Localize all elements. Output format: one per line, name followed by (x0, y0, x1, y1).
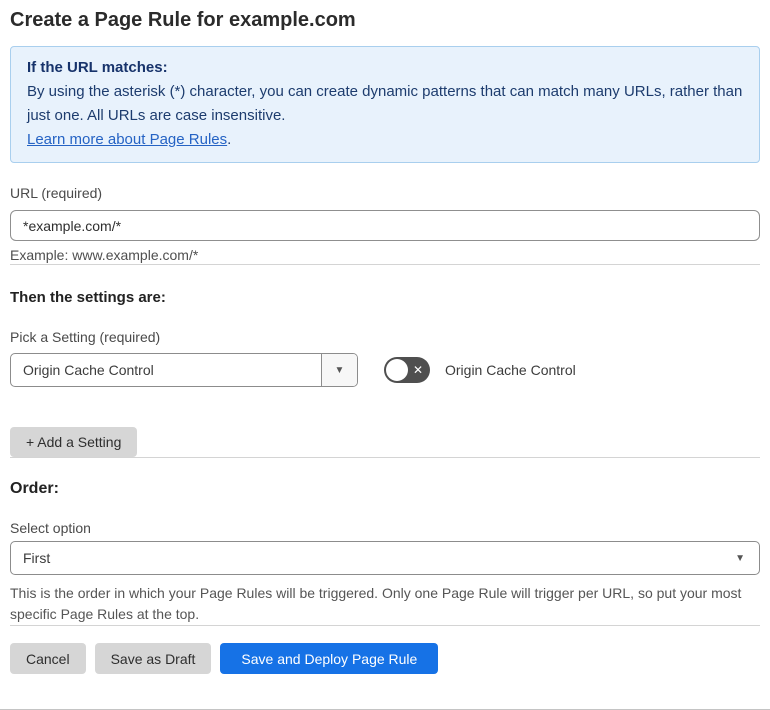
chevron-down-icon: ▼ (735, 552, 745, 564)
section-divider (10, 264, 760, 265)
page-title: Create a Page Rule for example.com (10, 9, 356, 31)
link-period: . (227, 131, 232, 148)
info-box-body: By using the asterisk (*) character, you… (27, 83, 743, 124)
order-select-label: Select option (10, 520, 91, 536)
toggle-off-x-icon: ✕ (412, 363, 423, 377)
order-select[interactable]: First ▼ (10, 541, 760, 575)
info-box-heading: If the URL matches: (27, 59, 168, 76)
footer-actions: Cancel Save as Draft Save and Deploy Pag… (10, 643, 760, 674)
order-helper-text: This is the order in which your Page Rul… (10, 585, 742, 622)
setting-dropdown[interactable]: Origin Cache Control ▼ (10, 353, 358, 387)
url-field-label: URL (required) (10, 185, 103, 201)
order-section-heading: Order: (10, 480, 59, 497)
pick-setting-label: Pick a Setting (required) (10, 329, 161, 345)
info-box-link-line: Learn more about Page Rules. (27, 128, 743, 152)
save-as-draft-button[interactable]: Save as Draft (94, 643, 212, 674)
chevron-down-icon: ▼ (334, 364, 345, 376)
learn-more-link[interactable]: Learn more about Page Rules (27, 131, 227, 148)
section-divider (10, 625, 760, 626)
save-and-deploy-button[interactable]: Save and Deploy Page Rule (220, 643, 439, 674)
setting-dropdown-arrow-button[interactable]: ▼ (321, 354, 357, 386)
add-setting-button[interactable]: + Add a Setting (10, 427, 138, 457)
toggle-label: Origin Cache Control (445, 362, 576, 378)
settings-section-heading: Then the settings are: (10, 289, 166, 306)
cancel-button[interactable]: Cancel (10, 643, 86, 674)
setting-row: Origin Cache Control ▼ ✕ Origin Cache Co… (10, 353, 760, 387)
setting-dropdown-value: Origin Cache Control (23, 362, 154, 378)
url-match-info-box: If the URL matches: By using the asteris… (10, 46, 760, 163)
section-divider (10, 457, 760, 458)
origin-cache-control-toggle[interactable]: ✕ (384, 357, 430, 383)
create-page-rule-form: Create a Page Rule for example.com If th… (0, 0, 770, 710)
url-input[interactable] (10, 210, 760, 241)
toggle-knob (386, 359, 408, 381)
url-example-helper: Example: www.example.com/* (10, 247, 199, 263)
order-select-value: First (23, 550, 51, 566)
